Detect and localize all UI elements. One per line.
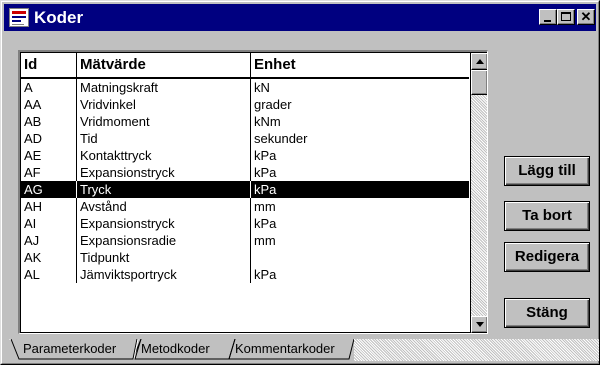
table-row[interactable]: AH Avstånd mm xyxy=(21,198,469,215)
cell-enhet: kPa xyxy=(254,182,277,197)
tab-metodkoder[interactable]: Metodkoder xyxy=(141,339,210,359)
window-title: Koder xyxy=(34,8,84,27)
column-header-id[interactable]: Id xyxy=(21,53,77,77)
cell-id: AI xyxy=(21,215,77,232)
edit-button[interactable]: Redigera xyxy=(504,242,590,272)
cell-id: A xyxy=(21,79,77,96)
table-row[interactable]: AB Vridmoment kNm xyxy=(21,113,469,130)
column-header-enhet[interactable]: Enhet xyxy=(251,53,469,77)
cell-matvarde: Vridvinkel xyxy=(77,96,251,113)
cell-enhet: kPa xyxy=(254,165,277,180)
cell-id: AK xyxy=(21,249,77,266)
cell-matvarde: Tidpunkt xyxy=(77,249,251,266)
cell-enhet: kPa xyxy=(254,267,277,282)
table-row[interactable]: AF Expansionstryck kPa xyxy=(21,164,469,181)
close-button[interactable]: Stäng xyxy=(504,298,590,328)
cell-id: AH xyxy=(21,198,77,215)
maximize-button[interactable] xyxy=(557,9,575,25)
close-icon: ✕ xyxy=(580,9,592,24)
cell-id: AJ xyxy=(21,232,77,249)
table-row[interactable]: AI Expansionstryck kPa xyxy=(21,215,469,232)
cell-enhet: grader xyxy=(254,97,292,112)
scroll-up-button[interactable] xyxy=(471,53,487,70)
cell-enhet: kN xyxy=(254,80,270,95)
cell-matvarde: Matningskraft xyxy=(77,79,251,96)
table-row[interactable]: AE Kontakttryck kPa xyxy=(21,147,469,164)
table-row[interactable]: AG Tryck kPa xyxy=(21,181,469,198)
table-row[interactable]: AJ Expansionsradie mm xyxy=(21,232,469,249)
cell-id: AG xyxy=(21,181,77,198)
maximize-icon xyxy=(561,12,571,21)
close-window-button[interactable]: ✕ xyxy=(577,9,595,25)
minimize-button[interactable] xyxy=(539,9,557,25)
arrow-up-icon xyxy=(476,59,484,64)
tab-strip: Parameterkoder Metodkoder Kommentarkoder xyxy=(9,339,599,361)
cell-matvarde: Avstånd xyxy=(77,198,251,215)
cell-enhet: mm xyxy=(254,233,276,248)
table-row[interactable]: A Matningskraft kN xyxy=(21,79,469,96)
cell-id: AF xyxy=(21,164,77,181)
koder-window: Koder ✕ Id Mätvärde Enhet A Matningskraft… xyxy=(0,0,600,365)
cell-matvarde: Kontakttryck xyxy=(77,147,251,164)
cell-matvarde: Expansionstryck xyxy=(77,215,251,232)
cell-enhet: kPa xyxy=(254,148,277,163)
cell-enhet: kPa xyxy=(254,216,277,231)
cell-enhet: kNm xyxy=(254,114,281,129)
codes-table[interactable]: Id Mätvärde Enhet A Matningskraft kN AA Vrid… xyxy=(18,50,488,334)
add-button[interactable]: Lägg till xyxy=(504,156,590,186)
cell-matvarde: Expansionsradie xyxy=(77,232,251,249)
minimize-icon xyxy=(544,20,551,22)
tab-parameterkoder[interactable]: Parameterkoder xyxy=(23,339,116,359)
remove-button[interactable]: Ta bort xyxy=(504,201,590,231)
scroll-thumb[interactable] xyxy=(471,70,487,95)
cell-id: AD xyxy=(21,130,77,147)
cell-matvarde: Tryck xyxy=(77,181,251,198)
cell-id: AE xyxy=(21,147,77,164)
tab-kommentarkoder[interactable]: Kommentarkoder xyxy=(235,339,335,359)
table-row[interactable]: AA Vridvinkel grader xyxy=(21,96,469,113)
table-row[interactable]: AD Tid sekunder xyxy=(21,130,469,147)
cell-enhet: mm xyxy=(254,199,276,214)
table-header: Id Mätvärde Enhet xyxy=(21,53,469,79)
cell-enhet xyxy=(251,249,469,266)
cell-matvarde: Jämviktsportryck xyxy=(77,266,251,283)
cell-matvarde: Tid xyxy=(77,130,251,147)
cell-id: AA xyxy=(21,96,77,113)
cell-id: AL xyxy=(21,266,77,283)
cell-matvarde: Expansionstryck xyxy=(77,164,251,181)
title-bar[interactable]: Koder ✕ xyxy=(4,4,596,31)
cell-matvarde: Vridmoment xyxy=(77,113,251,130)
vertical-scrollbar[interactable] xyxy=(470,53,487,333)
scroll-down-button[interactable] xyxy=(471,316,487,333)
cell-id: AB xyxy=(21,113,77,130)
cell-enhet: sekunder xyxy=(254,131,308,146)
table-row[interactable]: AL Jämviktsportryck kPa xyxy=(21,266,469,283)
app-icon[interactable] xyxy=(9,8,29,27)
column-header-matvarde[interactable]: Mätvärde xyxy=(77,53,251,77)
table-row[interactable]: AK Tidpunkt xyxy=(21,249,469,266)
arrow-down-icon xyxy=(476,322,484,327)
